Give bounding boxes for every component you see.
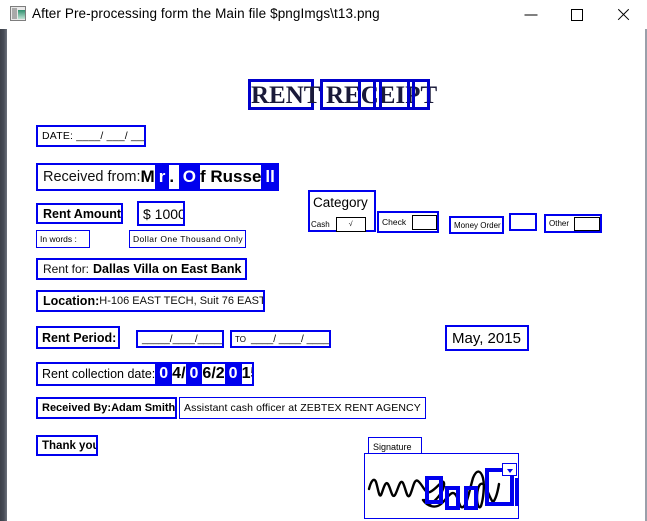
category-money-order-label: Money Order <box>454 220 501 230</box>
category-money-order-checkbox[interactable] <box>509 213 537 231</box>
collection-date-field[interactable]: Rent collection date: 04/06/2015 <box>36 362 254 386</box>
signature-detection-box-2 <box>445 486 460 510</box>
location-field[interactable]: Location: H-106 EAST TECH, Suit 76 EAST <box>36 290 265 312</box>
rent-period-from: _____/____/_____ <box>142 333 224 345</box>
rent-amount-value: $ 1000 <box>143 205 185 222</box>
category-check-label: Check <box>382 217 407 227</box>
application-window: After Pre-processing form the Main file … <box>0 0 647 521</box>
collection-date-label: Rent collection date: <box>42 367 156 381</box>
received-by-field[interactable]: Received By: Adam Smith <box>36 397 177 419</box>
thank-you-box[interactable]: Thank you <box>36 435 98 456</box>
received-from-label: Received from: <box>43 169 141 185</box>
received-from-field[interactable]: Received from: Mr. Of Russe ll <box>36 163 279 191</box>
window-left-border <box>0 0 7 521</box>
category-title-box: Category <box>310 191 375 213</box>
close-icon <box>616 8 630 22</box>
category-check-checkbox[interactable] <box>412 214 437 230</box>
in-words-label-box[interactable]: In words : <box>36 230 90 248</box>
signature-detection-box-5 <box>515 478 518 506</box>
collection-date-value: 04/06/2015 <box>155 364 252 384</box>
location-value: H-106 EAST TECH, Suit 76 EAST <box>99 295 265 307</box>
rent-for-field[interactable]: Rent for: Dallas Villa on East Bank <box>36 258 247 280</box>
rent-for-value: Dallas Villa on East Bank <box>93 262 242 276</box>
signature-detection-box-1 <box>425 476 443 504</box>
checkmark-icon: √ <box>348 220 353 228</box>
in-words-value: Dollar One Thousand Only <box>133 234 244 244</box>
rent-period-label: Rent Period: <box>42 330 117 345</box>
category-other-label: Other <box>549 219 570 228</box>
signature-label: Signature <box>373 442 412 452</box>
signature-area[interactable] <box>364 453 519 519</box>
heading-glyph-box-e <box>358 79 376 110</box>
agency-value: Assistant cash officer at ZEBTEX RENT AG… <box>184 402 421 414</box>
minimize-button[interactable] <box>508 0 554 29</box>
received-from-value: Mr. Of Russe ll <box>141 165 277 189</box>
rent-period-to-box[interactable]: TO ____/ ____/ ____ <box>230 330 331 348</box>
received-by-label: Received By: <box>42 402 112 414</box>
rent-amount-label-box[interactable]: Rent Amount: <box>36 203 123 224</box>
rent-period-from-box[interactable]: _____/____/_____ <box>136 330 224 348</box>
date-field[interactable]: DATE: ____/ ___/ _____ <box>36 125 146 147</box>
window-title: After Pre-processing form the Main file … <box>32 6 380 21</box>
category-option-other[interactable]: Other <box>544 214 602 233</box>
thank-you-text: Thank you <box>42 439 98 452</box>
category-option-cash[interactable]: Cash √ <box>308 215 376 233</box>
agency-field[interactable]: Assistant cash officer at ZEBTEX RENT AG… <box>179 397 426 419</box>
category-other-checkbox[interactable] <box>574 216 600 231</box>
image-file-icon <box>10 6 26 21</box>
received-by-value: Adam Smith <box>111 402 176 414</box>
month-value: May, 2015 <box>452 329 521 347</box>
category-cash-label: Cash <box>311 219 330 229</box>
processed-receipt-image: RENT RECEIPT DATE: ____/ ___/ _____ Rece… <box>7 29 645 521</box>
signature-dropdown-marker-icon[interactable] <box>502 463 517 476</box>
date-field-text: DATE: ____/ ___/ _____ <box>42 130 144 142</box>
maximize-icon <box>571 8 583 21</box>
location-label: Location: <box>43 294 100 308</box>
signature-detection-box-3 <box>464 486 478 510</box>
category-title: Category <box>313 194 368 210</box>
heading-word-rent: RENT <box>248 79 320 110</box>
title-bar[interactable]: After Pre-processing form the Main file … <box>0 0 647 29</box>
heading-glyph-box-t <box>412 79 430 110</box>
rent-period-to: ____/ ____/ ____ <box>250 333 329 345</box>
category-cash-checkbox[interactable]: √ <box>335 216 366 232</box>
in-words-label: In words : <box>40 234 77 244</box>
rent-period-label-box[interactable]: Rent Period: <box>36 326 120 349</box>
maximize-button[interactable] <box>554 0 600 29</box>
in-words-value-box[interactable]: Dollar One Thousand Only <box>129 230 246 248</box>
month-field[interactable]: May, 2015 <box>445 325 529 351</box>
heading-glyph-box-ip <box>379 79 410 110</box>
rent-amount-label: Rent Amount: <box>43 206 123 221</box>
close-button[interactable] <box>600 0 646 29</box>
rent-for-label: Rent for: <box>43 262 90 276</box>
rent-amount-value-box[interactable]: $ 1000 <box>137 201 185 226</box>
category-option-check[interactable]: Check <box>377 211 439 233</box>
minimize-icon <box>524 14 538 15</box>
rent-period-to-prefix: TO <box>235 334 246 344</box>
category-option-money-order[interactable]: Money Order <box>449 216 504 234</box>
